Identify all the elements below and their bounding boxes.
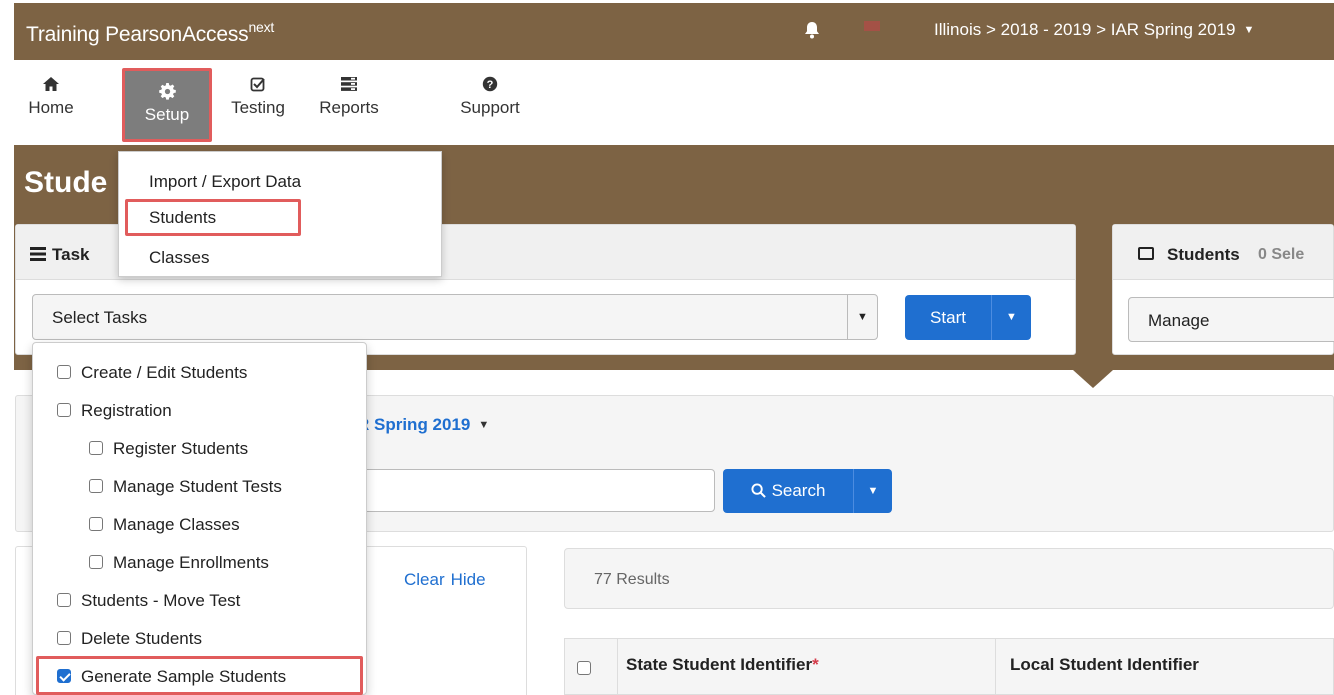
chevron-down-icon: ▼ xyxy=(478,419,490,431)
hide-link[interactable]: Hide xyxy=(451,570,486,589)
nav-setup-label: Setup xyxy=(144,105,190,124)
bell-icon[interactable] xyxy=(804,21,820,44)
test-name-dropdown[interactable]: R Spring 2019 ▼ xyxy=(357,415,489,435)
search-split-chevron-icon[interactable]: ▼ xyxy=(853,469,892,513)
question-icon: ? xyxy=(450,76,530,98)
column-header-state-id-label: State Student Identifier xyxy=(626,655,813,674)
list-icon xyxy=(30,247,46,261)
checkbox-icon xyxy=(228,76,288,98)
checkbox[interactable] xyxy=(89,479,103,493)
nav-home-label: Home xyxy=(28,98,74,117)
home-icon xyxy=(26,76,76,98)
checkbox[interactable] xyxy=(57,365,71,379)
checkbox[interactable] xyxy=(57,631,71,645)
nav-support[interactable]: ? Support xyxy=(450,76,530,118)
top-bar: Training PearsonAccessnext Illinois > 20… xyxy=(14,3,1334,60)
clear-link[interactable]: Clear xyxy=(404,570,445,589)
results-bar: 77 Results xyxy=(564,548,1334,609)
brand-superscript: next xyxy=(248,19,275,35)
brand-logo[interactable]: Training PearsonAccessnext xyxy=(26,19,274,47)
test-name-text: R Spring 2019 xyxy=(357,415,471,434)
nav-setup[interactable]: Setup xyxy=(122,68,212,142)
manage-dropdown-label: Manage xyxy=(1148,311,1210,330)
task-option-label: Manage Student Tests xyxy=(113,477,282,496)
filter-actions: Clear Hide xyxy=(404,570,492,590)
column-header-state-id[interactable]: State Student Identifier* xyxy=(617,639,819,694)
column-header-local-id[interactable]: Local Student Identifier xyxy=(995,639,1199,694)
checkbox[interactable] xyxy=(57,403,71,417)
svg-text:?: ? xyxy=(487,79,494,91)
task-option[interactable]: Create / Edit Students xyxy=(57,363,247,383)
start-split-chevron-icon[interactable]: ▼ xyxy=(991,295,1031,340)
tasks-dropdown-menu: Create / Edit Students Registration Regi… xyxy=(32,342,367,695)
task-option[interactable]: Delete Students xyxy=(57,629,202,649)
task-option[interactable]: Manage Student Tests xyxy=(89,477,282,497)
students-header-label: Students xyxy=(1167,245,1240,264)
start-button[interactable]: Start ▼ xyxy=(905,295,1031,340)
tasks-header-text: Task xyxy=(52,245,90,264)
table-header-row: State Student Identifier* Local Student … xyxy=(564,638,1334,695)
select-all-checkbox[interactable] xyxy=(577,661,591,675)
search-button[interactable]: Search ▼ xyxy=(723,469,892,513)
task-option[interactable]: Students - Move Test xyxy=(57,591,240,611)
task-option-label: Delete Students xyxy=(81,629,202,648)
search-button-label: Search xyxy=(723,469,853,513)
search-icon xyxy=(751,483,766,498)
task-option[interactable]: Manage Enrollments xyxy=(89,553,269,573)
breadcrumb-text: Illinois > 2018 - 2019 > IAR Spring 2019 xyxy=(934,20,1236,39)
breadcrumb[interactable]: Illinois > 2018 - 2019 > IAR Spring 2019… xyxy=(934,20,1254,40)
chevron-down-icon: ▼ xyxy=(1243,24,1255,36)
required-marker: * xyxy=(812,655,819,674)
nav-home[interactable]: Home xyxy=(26,76,76,118)
nav-reports-label: Reports xyxy=(319,98,379,117)
results-count: 77 Results xyxy=(594,571,670,588)
chevron-down-icon[interactable]: ▼ xyxy=(847,295,877,339)
search-input[interactable] xyxy=(349,469,715,512)
task-option-label: Create / Edit Students xyxy=(81,363,248,382)
task-option[interactable]: Manage Classes xyxy=(89,515,240,535)
manage-dropdown[interactable]: Manage xyxy=(1128,297,1334,342)
nav-reports[interactable]: Reports xyxy=(309,76,389,118)
checkbox[interactable] xyxy=(89,441,103,455)
checkbox[interactable] xyxy=(89,517,103,531)
task-option[interactable]: Registration xyxy=(57,401,172,421)
checkbox[interactable] xyxy=(89,555,103,569)
list-alt-icon xyxy=(1138,247,1154,260)
flag-icon[interactable] xyxy=(864,21,880,31)
tasks-header-label: Task xyxy=(30,245,90,265)
task-option[interactable]: Register Students xyxy=(89,439,248,459)
select-tasks-dropdown[interactable]: Select Tasks ▼ xyxy=(32,294,878,340)
search-label-text: Search xyxy=(771,481,826,500)
gear-icon xyxy=(133,83,201,105)
selected-count: 0 Sele xyxy=(1258,246,1305,263)
main-nav: Home Testing Reports ? Support xyxy=(14,60,1334,145)
start-button-label: Start xyxy=(930,308,966,327)
nav-testing-label: Testing xyxy=(231,98,285,117)
select-tasks-placeholder: Select Tasks xyxy=(52,308,148,327)
page-title: Stude xyxy=(24,166,108,199)
students-highlight-box xyxy=(125,199,301,236)
pointer-arrow xyxy=(1073,370,1113,388)
checkbox[interactable] xyxy=(57,593,71,607)
generate-highlight-box xyxy=(36,656,363,695)
brand-text: Training PearsonAccess xyxy=(26,23,249,46)
list-icon xyxy=(309,76,389,98)
students-panel-header: Students 0 Sele xyxy=(1113,225,1333,280)
task-option-label: Manage Classes xyxy=(113,515,240,534)
menu-item-classes[interactable]: Classes xyxy=(149,248,209,268)
nav-setup-inner: Setup xyxy=(133,83,201,131)
menu-item-import-export[interactable]: Import / Export Data xyxy=(149,172,301,192)
nav-support-label: Support xyxy=(460,98,520,117)
task-option-label: Manage Enrollments xyxy=(113,553,269,572)
task-option-label: Registration xyxy=(81,401,172,420)
task-option-label: Students - Move Test xyxy=(81,591,241,610)
task-option-label: Register Students xyxy=(113,439,249,458)
nav-testing[interactable]: Testing xyxy=(228,76,288,118)
